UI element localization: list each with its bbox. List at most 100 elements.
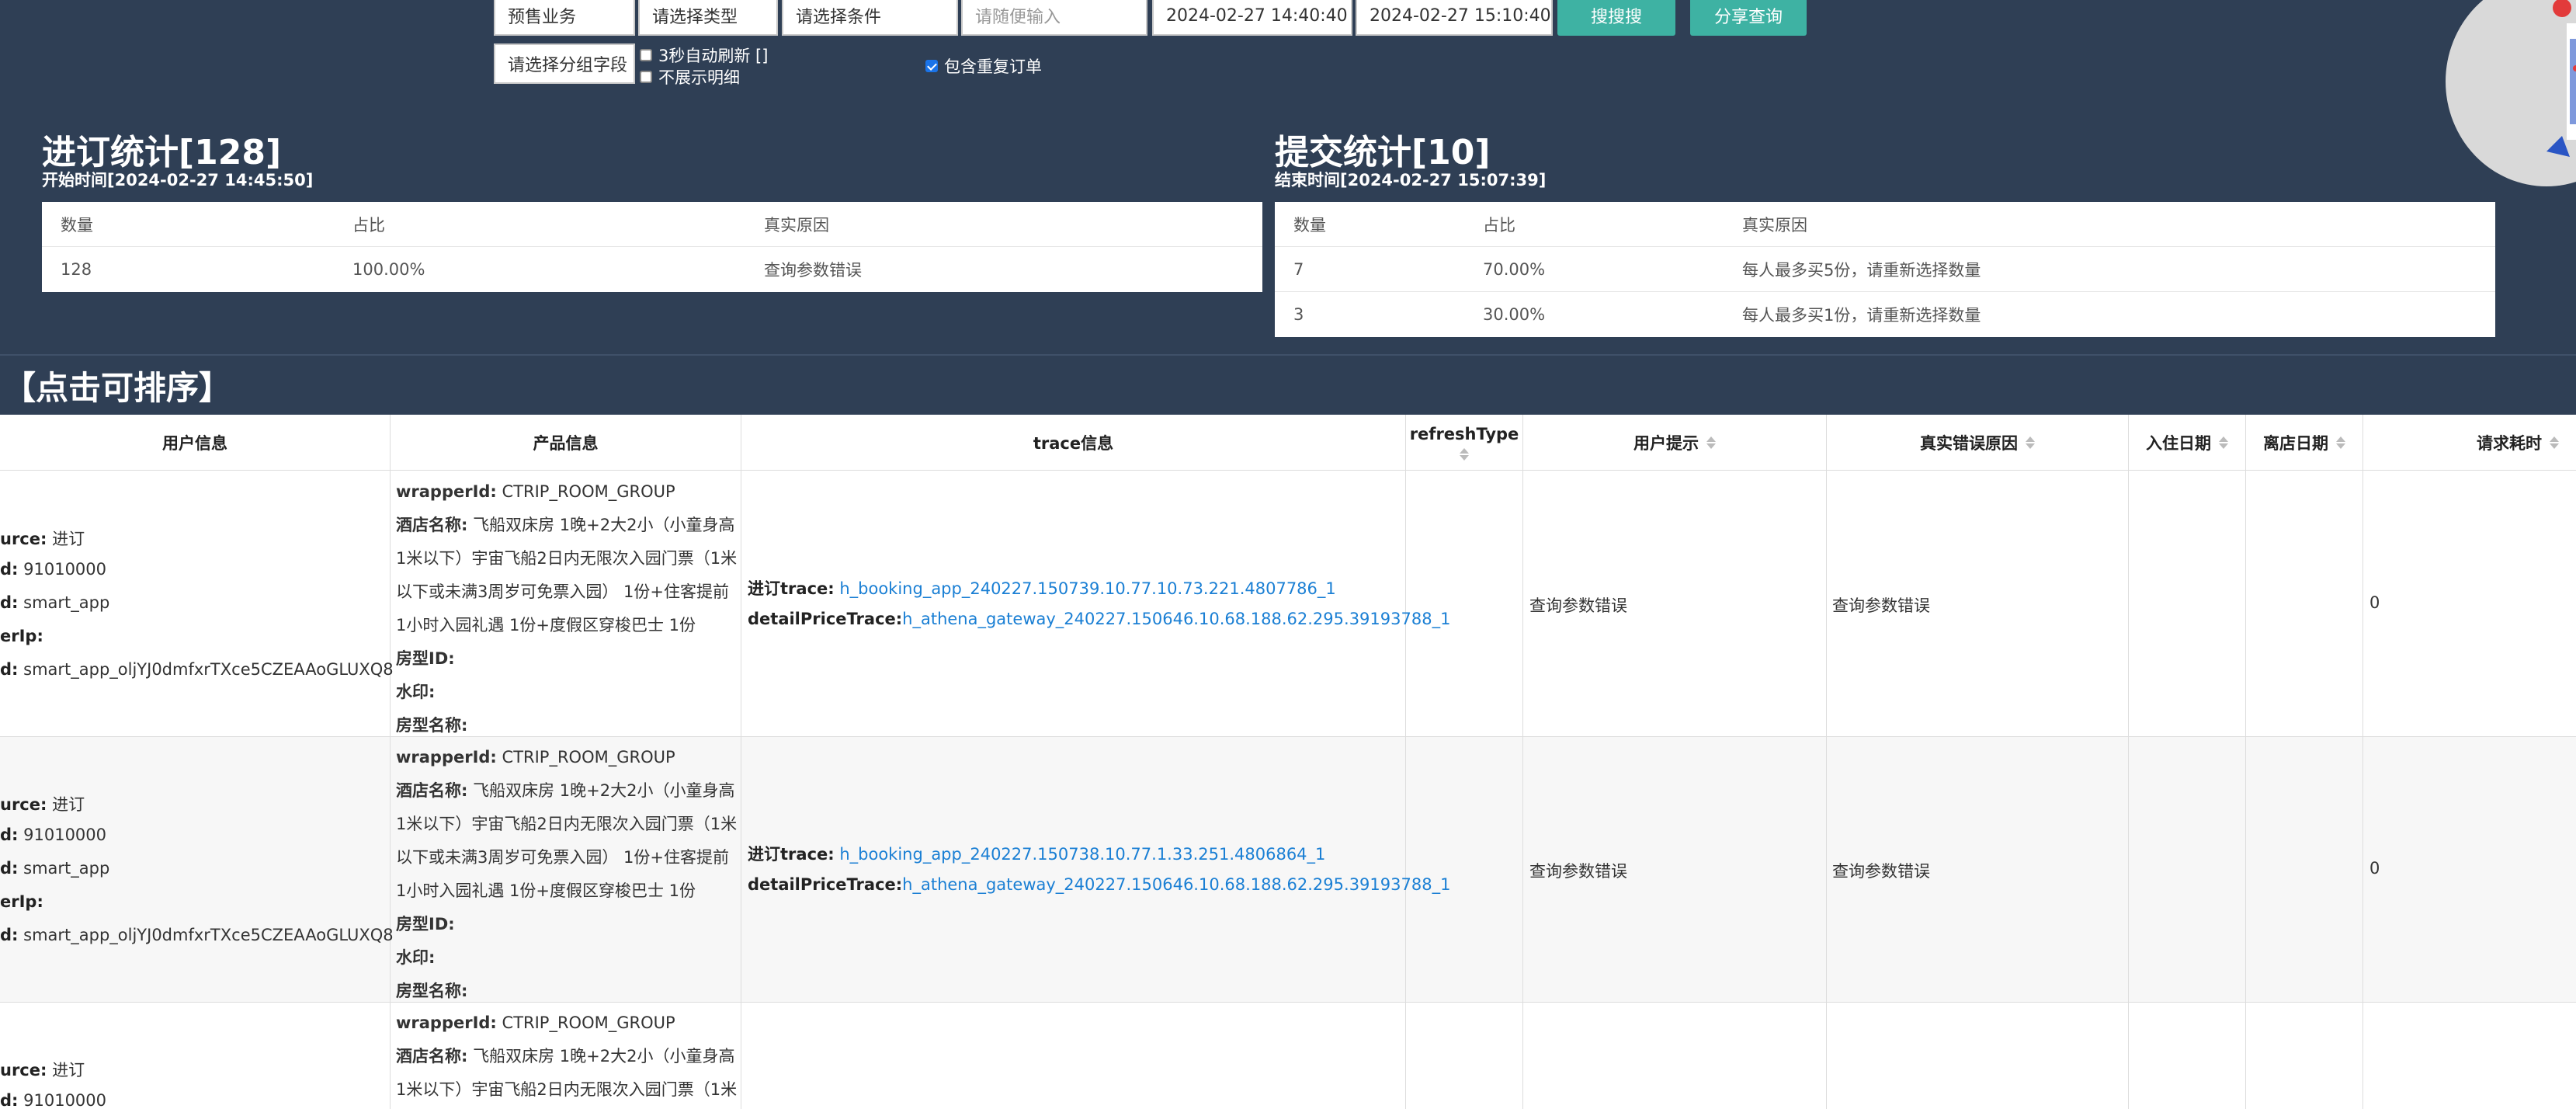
mascot-illustration: [2446, 0, 2576, 186]
business-select[interactable]: 预售业务: [494, 0, 635, 36]
submit-stats-title: 提交统计[10]: [1275, 133, 1491, 172]
request-time-cell: 0: [2369, 593, 2380, 612]
row-divider: [0, 1002, 2576, 1003]
submit-stats-table: 数量 占比 真实原因 7 70.00% 每人最多买5份，请重新选择数量 3 30…: [1275, 202, 2495, 337]
column-header: 占比: [1483, 215, 1515, 235]
checkbox-checked-icon[interactable]: [925, 60, 938, 72]
group-field-select[interactable]: 请选择分组字段: [494, 43, 635, 84]
header-refresh-type[interactable]: refreshType: [1406, 415, 1522, 471]
sortable-title: 【点击可排序】: [3, 369, 232, 407]
type-select[interactable]: 请选择类型: [638, 0, 778, 36]
header-user-hint-label: 用户提示: [1633, 434, 1699, 453]
table-row: 7 70.00% 每人最多买5份，请重新选择数量: [1275, 247, 2495, 292]
reason-cell: 每人最多买1份，请重新选择数量: [1742, 306, 1981, 325]
wrapper-id: wrapperId: CTRIP_ROOM_GROUP: [396, 748, 675, 767]
free-input[interactable]: 请随便输入: [961, 0, 1147, 36]
booking-trace: 进订trace: h_booking_app_240227.150739.10.…: [748, 579, 1336, 598]
column-divider: [1405, 415, 1406, 1109]
checkbox-icon[interactable]: [640, 49, 652, 61]
detail-price-trace-link[interactable]: h_athena_gateway_240227.150646.10.68.188…: [902, 610, 1450, 628]
header-trace-info[interactable]: trace信息: [741, 415, 1405, 471]
user-id: d: 91010000: [0, 560, 107, 579]
watermark: 水印:: [396, 683, 436, 701]
column-header: 数量: [61, 215, 93, 235]
end-time-input[interactable]: 2024-02-27 15:10:40: [1356, 0, 1553, 36]
detail-price-trace-link[interactable]: h_athena_gateway_240227.150646.10.68.188…: [902, 875, 1450, 894]
count-cell: 128: [61, 260, 92, 279]
header-checkin-label: 入住日期: [2146, 434, 2211, 453]
include-duplicate-label: 包含重复订单: [944, 57, 1042, 76]
column-divider: [1522, 415, 1523, 1109]
booking-trace-link[interactable]: h_booking_app_240227.150739.10.77.10.73.…: [839, 579, 1335, 598]
count-cell: 7: [1293, 259, 1304, 279]
sort-icon[interactable]: [2219, 436, 2228, 449]
sort-icon[interactable]: [2026, 436, 2035, 449]
header-user-hint[interactable]: 用户提示: [1523, 415, 1826, 471]
hotel-name: 酒店名称: 飞船双床房 1晚+2大2小（小童身高1米以下）宇宙飞船2日内无限次入…: [396, 781, 738, 900]
header-refresh-type-label: refreshType: [1409, 425, 1519, 443]
start-time-input[interactable]: 2024-02-27 14:40:40: [1152, 0, 1352, 36]
user-id: d: 91010000: [0, 1091, 107, 1109]
room-id: 房型ID:: [396, 649, 455, 668]
user-source: urce: 进订: [0, 795, 85, 814]
header-request-time[interactable]: 请求耗时: [2363, 415, 2576, 471]
sort-icon[interactable]: [1706, 436, 1716, 449]
reason-cell: 每人最多买5份，请重新选择数量: [1742, 260, 1981, 280]
detail-table: 用户信息 产品信息 trace信息 refreshType 用户提示 真实错误原…: [0, 415, 2576, 1109]
user-ip: erIp:: [0, 627, 43, 645]
request-time-cell: 0: [2369, 859, 2380, 878]
real-error-cell: 查询参数错误: [1832, 862, 1930, 881]
column-header: 真实原因: [1742, 215, 1807, 235]
booking-trace: 进订trace: h_booking_app_240227.150738.10.…: [748, 845, 1326, 864]
condition-select[interactable]: 请选择条件: [782, 0, 958, 36]
header-product-info[interactable]: 产品信息: [391, 415, 741, 471]
ratio-cell: 100.00%: [352, 260, 425, 279]
room-id: 房型ID:: [396, 915, 455, 933]
detail-price-trace: detailPriceTrace:h_athena_gateway_240227…: [748, 875, 1451, 894]
real-error-cell: 查询参数错误: [1832, 596, 1930, 615]
ratio-cell: 30.00%: [1483, 305, 1546, 324]
header-checkout-date[interactable]: 离店日期: [2246, 415, 2362, 471]
room-name: 房型名称:: [396, 716, 468, 735]
user-uid: d: smart_app_oljYJ0dmfxrTXce5CZEAAoGLUXQ…: [0, 660, 394, 679]
hide-detail-checkbox[interactable]: 不展示明细: [640, 65, 740, 89]
room-name: 房型名称:: [396, 982, 468, 1000]
share-query-button[interactable]: 分享查询: [1690, 0, 1807, 36]
product-info-cell: wrapperId: CTRIP_ROOM_GROUP 酒店名称: 飞船双床房 …: [396, 1006, 738, 1107]
sort-icon[interactable]: [2550, 436, 2559, 449]
column-divider: [2362, 415, 2363, 1109]
detail-price-trace: detailPriceTrace:h_athena_gateway_240227…: [748, 610, 1451, 628]
column-divider: [390, 415, 391, 1109]
user-hint-cell: 查询参数错误: [1529, 596, 1627, 615]
booking-trace-link[interactable]: h_booking_app_240227.150738.10.77.1.33.2…: [839, 845, 1325, 864]
section-divider: [0, 354, 2576, 356]
user-uid: d: smart_app_oljYJ0dmfxrTXce5CZEAAoGLUXQ…: [0, 926, 394, 944]
checkbox-icon[interactable]: [640, 71, 652, 83]
search-button[interactable]: 搜搜搜: [1557, 0, 1675, 36]
order-stats-title: 进订统计[128]: [42, 133, 282, 172]
order-stats-subtitle: 开始时间[2024-02-27 14:45:50]: [42, 171, 314, 189]
column-divider: [2128, 415, 2129, 1109]
user-hint-cell: 查询参数错误: [1529, 862, 1627, 881]
table-header: 用户信息 产品信息 trace信息 refreshType 用户提示 真实错误原…: [0, 415, 2576, 471]
sort-icon[interactable]: [1460, 448, 1469, 461]
wrapper-id: wrapperId: CTRIP_ROOM_GROUP: [396, 1013, 675, 1032]
user-source: urce: 进订: [0, 1061, 85, 1079]
product-info-cell: wrapperId: CTRIP_ROOM_GROUP 酒店名称: 飞船双床房 …: [396, 475, 738, 742]
hotel-name: 酒店名称: 飞船双床房 1晚+2大2小（小童身高1米以下）宇宙飞船2日内无限次入…: [396, 1047, 738, 1099]
product-info-cell: wrapperId: CTRIP_ROOM_GROUP 酒店名称: 飞船双床房 …: [396, 741, 738, 1008]
header-real-error[interactable]: 真实错误原因: [1827, 415, 2128, 471]
auto-refresh-checkbox[interactable]: 3秒自动刷新 []: [640, 43, 768, 67]
header-user-info[interactable]: 用户信息: [0, 415, 390, 471]
column-divider: [1826, 415, 1827, 1109]
user-app: d: smart_app: [0, 859, 110, 878]
user-app: d: smart_app: [0, 593, 110, 612]
header-real-error-label: 真实错误原因: [1920, 434, 2018, 453]
header-checkin-date[interactable]: 入住日期: [2129, 415, 2245, 471]
user-id: d: 91010000: [0, 826, 107, 844]
column-header: 真实原因: [764, 215, 829, 235]
sort-icon[interactable]: [2336, 436, 2345, 449]
include-duplicate-checkbox[interactable]: 包含重复订单: [925, 54, 1042, 78]
row-stripe: [0, 737, 2576, 1003]
wrapper-id: wrapperId: CTRIP_ROOM_GROUP: [396, 482, 675, 501]
